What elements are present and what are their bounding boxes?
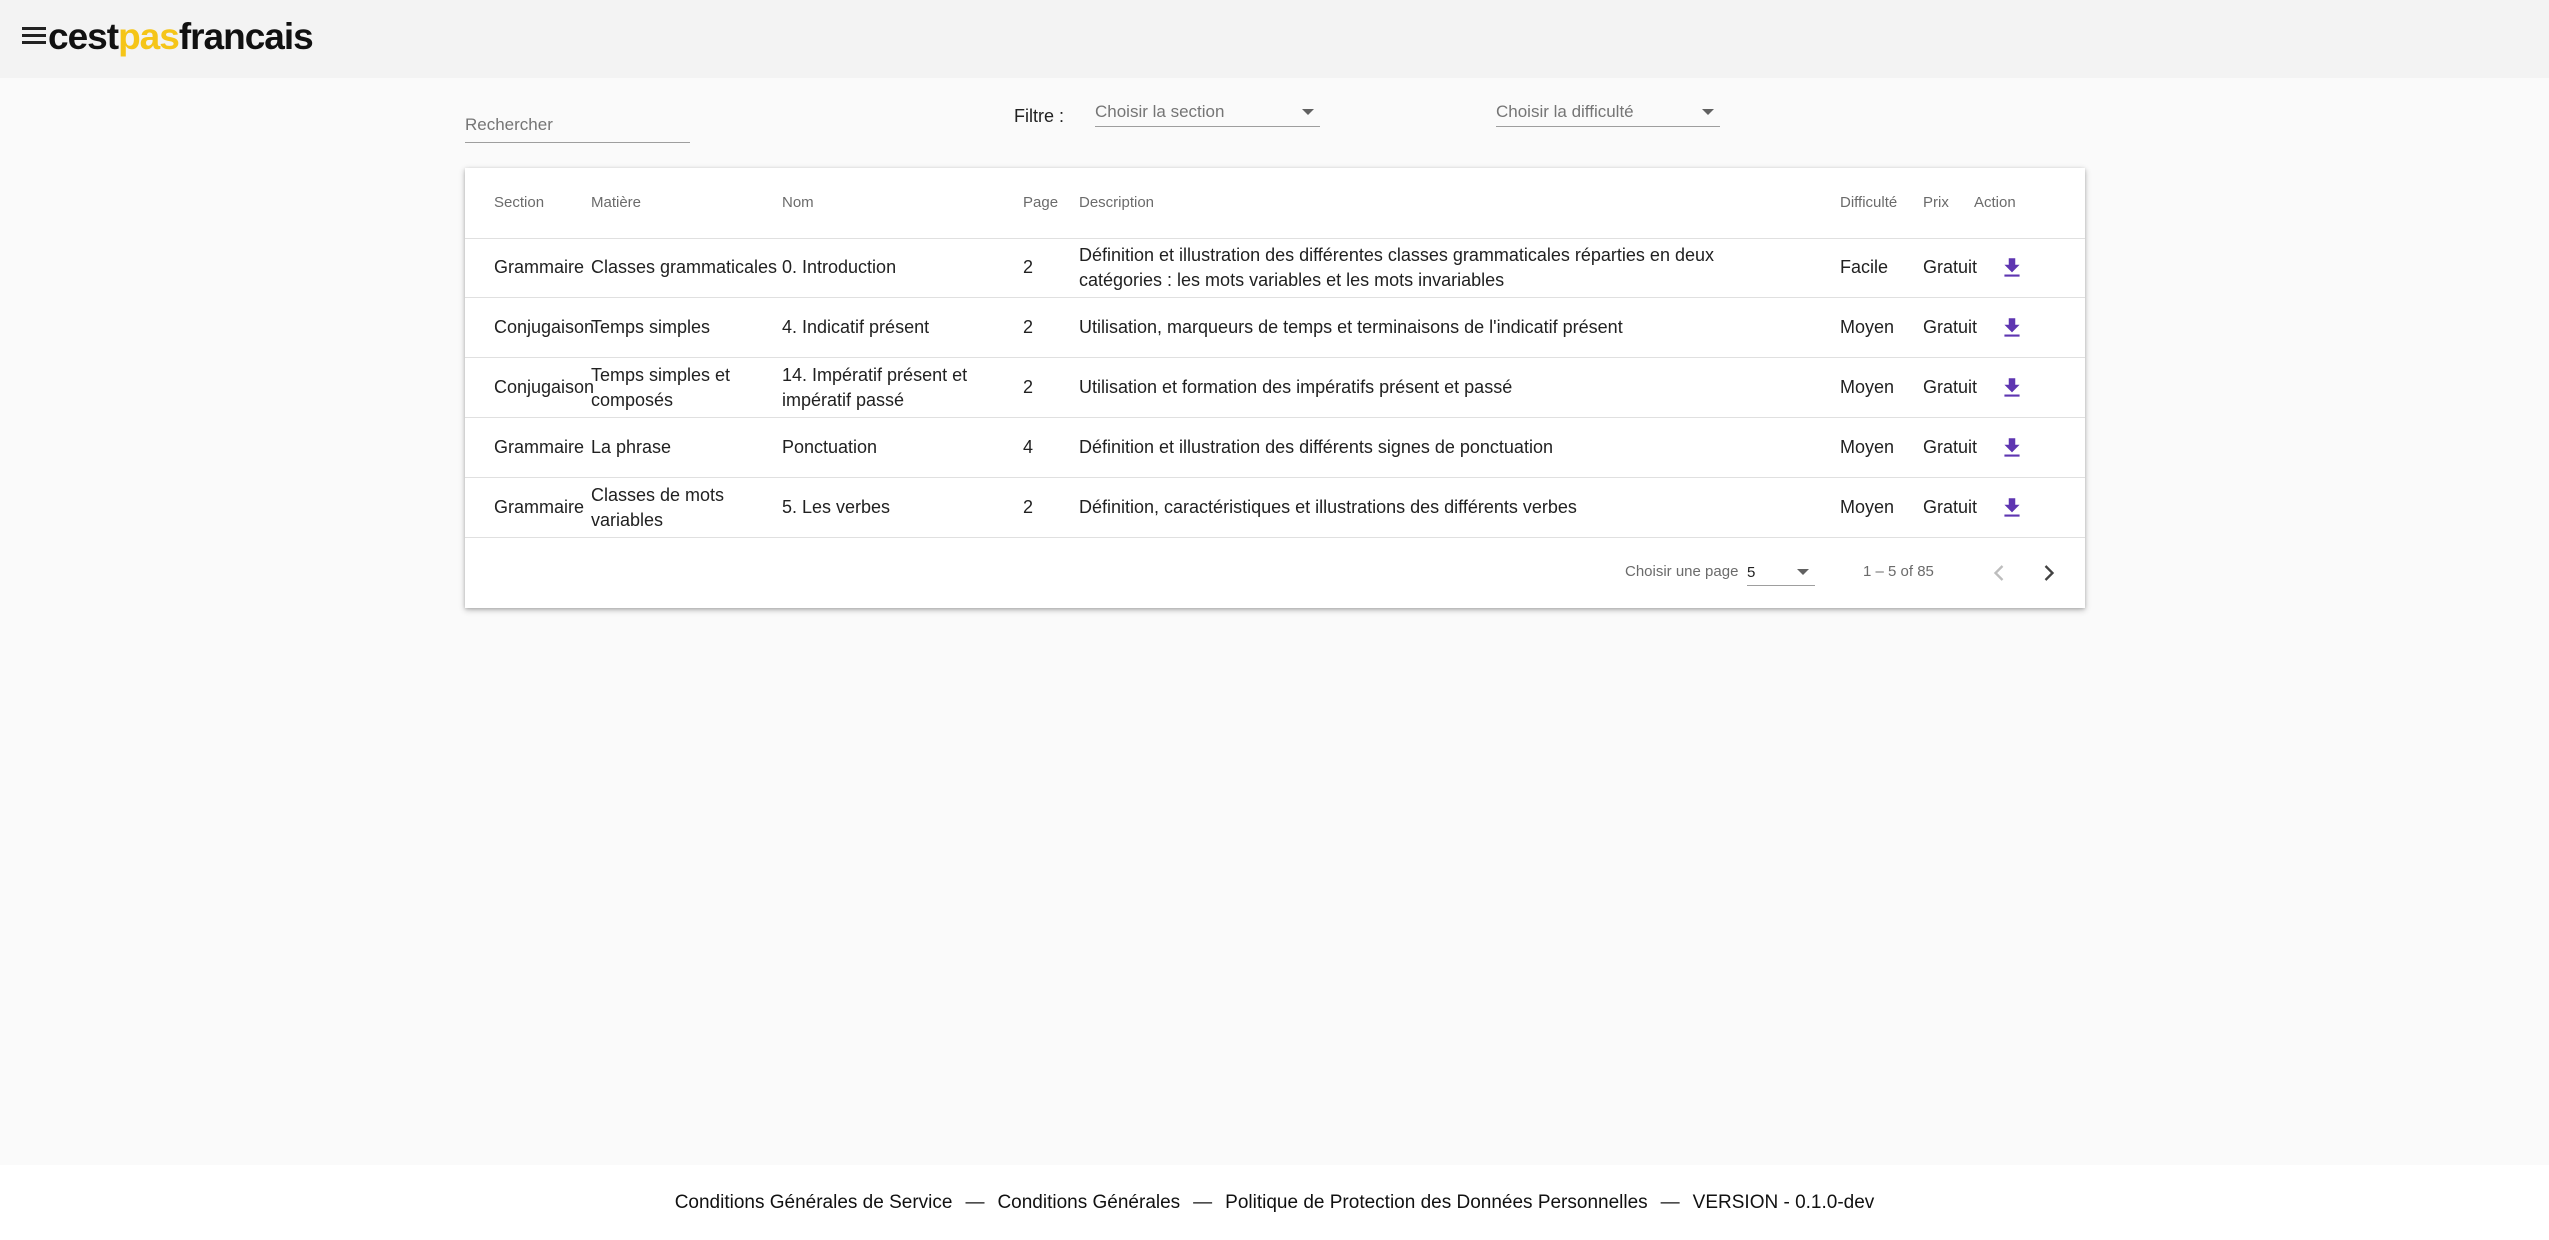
page-size-label: Choisir une page xyxy=(1625,563,1739,580)
footer-link-general-conditions[interactable]: Conditions Générales xyxy=(997,1192,1180,1214)
table-row: Conjugaison Temps simples 4. Indicatif p… xyxy=(465,298,2085,358)
cell-section: Conjugaison xyxy=(494,317,595,337)
page-size-select[interactable]: 5 xyxy=(1747,559,1815,586)
cell-page: 2 xyxy=(1023,317,1034,337)
cell-section: Conjugaison xyxy=(494,377,595,397)
dropdown-arrow-icon xyxy=(1702,109,1714,115)
cell-matiere: Temps simples xyxy=(591,317,711,337)
search-field xyxy=(465,108,690,143)
section-select[interactable]: Choisir la section xyxy=(1095,98,1320,127)
logo-accent: pas xyxy=(118,16,180,57)
header-matiere[interactable]: Matière xyxy=(591,168,781,238)
cell-section: Grammaire xyxy=(494,257,585,277)
app-logo[interactable]: cestpasfrancais xyxy=(48,14,314,60)
footer-separator: — xyxy=(1660,1191,1680,1213)
cell-prix: Gratuit xyxy=(1923,317,1978,337)
cell-description: Utilisation et formation des impératifs … xyxy=(1079,377,1513,397)
cell-nom: Ponctuation xyxy=(782,437,878,457)
cell-matiere: Classes de mots variables xyxy=(591,484,725,530)
header-difficulte[interactable]: Difficulté xyxy=(1840,168,1920,238)
cell-difficulte: Moyen xyxy=(1840,317,1895,337)
cell-page: 4 xyxy=(1023,437,1034,457)
difficulty-select-placeholder: Choisir la difficulté xyxy=(1496,102,1634,121)
section-select-placeholder: Choisir la section xyxy=(1095,102,1225,121)
dropdown-arrow-icon xyxy=(1797,569,1809,575)
cell-description: Définition et illustration des différent… xyxy=(1079,244,1714,290)
footer-separator: — xyxy=(965,1191,985,1213)
cell-description: Définition et illustration des différent… xyxy=(1079,437,1553,457)
cell-matiere: Classes grammaticales xyxy=(591,257,778,277)
search-input[interactable] xyxy=(465,108,690,142)
table-header-row: Section Matière Nom Page Description Dif… xyxy=(465,168,2085,239)
table-row: Grammaire La phrase Ponctuation 4 Défini… xyxy=(465,418,2085,478)
cell-page: 2 xyxy=(1023,497,1034,517)
dropdown-arrow-icon xyxy=(1302,109,1314,115)
cell-section: Grammaire xyxy=(494,497,585,517)
logo-prefix: cest xyxy=(48,16,119,57)
filter-label: Filtre : xyxy=(1014,106,1065,126)
cell-prix: Gratuit xyxy=(1923,497,1978,517)
top-app-bar: cestpasfrancais xyxy=(0,0,2549,78)
table-row: Conjugaison Temps simples et composés 14… xyxy=(465,358,2085,418)
cell-matiere: La phrase xyxy=(591,437,672,457)
cell-difficulte: Moyen xyxy=(1840,437,1895,457)
logo-suffix: francais xyxy=(178,16,314,57)
cell-matiere: Temps simples et composés xyxy=(591,364,731,410)
header-action: Action xyxy=(1974,194,2016,211)
download-icon[interactable] xyxy=(1999,375,2025,401)
cell-description: Définition, caractéristiques et illustra… xyxy=(1079,497,1577,517)
paginator: Choisir une page 5 1 – 5 of 85 xyxy=(465,537,2085,608)
cell-nom: 14. Impératif présent et impératif passé xyxy=(782,364,968,410)
cell-prix: Gratuit xyxy=(1923,437,1978,457)
cell-section: Grammaire xyxy=(494,437,585,457)
download-icon[interactable] xyxy=(1999,495,2025,521)
table-row: Grammaire Classes grammaticales 0. Intro… xyxy=(465,238,2085,298)
header-nom[interactable]: Nom xyxy=(782,168,972,238)
cell-prix: Gratuit xyxy=(1923,257,1978,277)
hamburger-menu-icon[interactable] xyxy=(22,24,48,46)
cell-page: 2 xyxy=(1023,377,1034,397)
cell-difficulte: Facile xyxy=(1840,257,1889,277)
download-icon[interactable] xyxy=(1999,435,2025,461)
cell-nom: 5. Les verbes xyxy=(782,497,891,517)
table-row: Grammaire Classes de mots variables 5. L… xyxy=(465,478,2085,538)
footer: Conditions Générales de Service — Condit… xyxy=(0,1165,2549,1240)
courses-table-card: Section Matière Nom Page Description Dif… xyxy=(465,168,2085,608)
version-label: VERSION - 0.1.0-dev xyxy=(1692,1191,1875,1213)
chevron-left-icon[interactable] xyxy=(1985,559,2013,587)
cell-nom: 4. Indicatif présent xyxy=(782,317,930,337)
header-section[interactable]: Section xyxy=(494,168,592,238)
chevron-right-icon[interactable] xyxy=(2035,559,2063,587)
header-page[interactable]: Page xyxy=(1023,168,1063,238)
download-icon[interactable] xyxy=(1999,315,2025,341)
page-size-value: 5 xyxy=(1747,563,1756,581)
cell-prix: Gratuit xyxy=(1923,377,1978,397)
page-range-label: 1 – 5 of 85 xyxy=(1863,563,1934,580)
download-icon[interactable] xyxy=(1999,255,2025,281)
footer-link-terms-of-service[interactable]: Conditions Générales de Service xyxy=(675,1192,953,1214)
footer-link-privacy-policy[interactable]: Politique de Protection des Données Pers… xyxy=(1225,1192,1648,1214)
cell-description: Utilisation, marqueurs de temps et termi… xyxy=(1079,317,1623,337)
cell-difficulte: Moyen xyxy=(1840,377,1895,397)
difficulty-select[interactable]: Choisir la difficulté xyxy=(1496,98,1720,127)
header-description[interactable]: Description xyxy=(1079,168,1799,238)
cell-nom: 0. Introduction xyxy=(782,257,897,277)
cell-difficulte: Moyen xyxy=(1840,497,1895,517)
cell-page: 2 xyxy=(1023,257,1034,277)
footer-separator: — xyxy=(1193,1191,1213,1213)
